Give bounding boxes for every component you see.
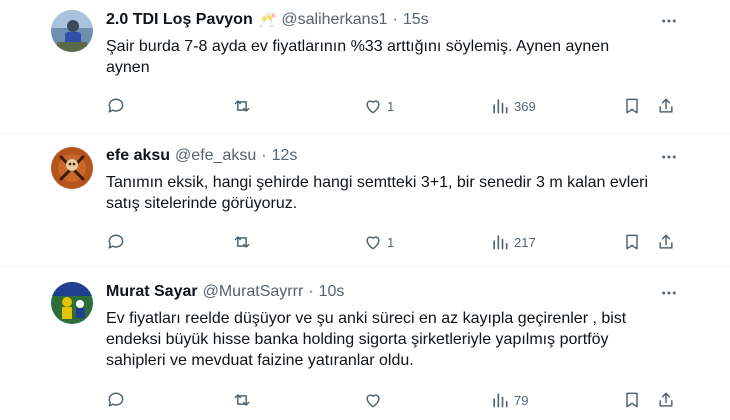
tweet-text-line: Ev fiyatları reelde düşüyor ve şu anki s… (106, 310, 627, 327)
emoji-badge: 🥂 (257, 12, 277, 29)
tweet-header: efe aksu @efe_aksu · 12s (106, 145, 297, 167)
display-name[interactable]: 2.0 TDI Loş Pavyon (106, 11, 253, 29)
avatar-image (51, 10, 93, 52)
retweet-icon (234, 236, 250, 248)
views-icon (493, 393, 508, 408)
more-icon[interactable] (658, 10, 680, 32)
timestamp[interactable]: 10s (319, 283, 345, 301)
reply-icon (108, 234, 124, 249)
retweet-icon (234, 100, 250, 112)
tweet[interactable]: 2.0 TDI Loş Pavyon 🥂 @saliherkans1 · 15s… (0, 0, 730, 134)
reply-button[interactable] (106, 94, 130, 118)
like-icon (366, 394, 380, 408)
tweet-text: Ev fiyatları reelde düşüyor ve şu anki s… (106, 308, 666, 371)
more-icon[interactable] (658, 282, 680, 304)
retweet-button[interactable] (232, 94, 256, 118)
tweet-text-line: sahipleri ve mevduat faizine yatıranlar … (106, 352, 414, 369)
share-button[interactable] (656, 94, 676, 118)
reply-button[interactable] (106, 230, 130, 254)
tweet-text: Şair burda 7-8 ayda ev fiyatlarının %33 … (106, 36, 666, 78)
retweet-button[interactable] (232, 230, 256, 254)
separator-dot: · (308, 283, 314, 300)
tweet-text-line: Tanımın eksik, hangi şehirde hangi semtt… (106, 174, 649, 191)
more-icon[interactable] (658, 146, 680, 168)
reply-icon (108, 98, 124, 113)
timestamp[interactable]: 12s (272, 147, 298, 165)
like-button[interactable]: 1 (363, 230, 394, 254)
like-count: 1 (387, 98, 395, 114)
display-name[interactable]: Murat Sayar (106, 283, 198, 301)
tweet[interactable]: Murat Sayar @MuratSayrrr · 10s Ev fiyatl… (0, 267, 730, 420)
action-bar: 79 (96, 388, 673, 412)
share-icon (659, 98, 673, 113)
share-icon (659, 392, 673, 407)
timestamp[interactable]: 15s (403, 11, 429, 29)
tweet[interactable]: efe aksu @efe_aksu · 12s Tanımın eksik, … (0, 134, 730, 267)
tweet-text: Tanımın eksik, hangi şehirde hangi semtt… (106, 172, 666, 214)
views-icon (493, 235, 508, 250)
tweet-header: 2.0 TDI Loş Pavyon 🥂 @saliherkans1 · 15s (106, 9, 429, 31)
views-count: 79 (514, 392, 529, 408)
views-count: 369 (514, 98, 536, 114)
views-button[interactable]: 217 (490, 230, 536, 254)
tweet-text-line: endeksi büyük hisse banka holding sigort… (106, 331, 609, 348)
retweet-icon (234, 394, 250, 406)
views-icon (493, 99, 508, 114)
share-icon (659, 234, 673, 249)
tweet-header: Murat Sayar @MuratSayrrr · 10s (106, 281, 344, 303)
bookmark-button[interactable] (622, 388, 642, 412)
views-button[interactable]: 369 (490, 94, 536, 118)
avatar[interactable] (51, 10, 93, 52)
like-icon (366, 236, 380, 250)
tweet-text-line: satış sitelerinde görüyoruz. (106, 195, 298, 212)
bookmark-button[interactable] (622, 230, 642, 254)
like-icon (366, 100, 380, 114)
avatar-image (51, 282, 93, 324)
display-name[interactable]: efe aksu (106, 147, 170, 165)
separator-dot: · (261, 147, 267, 164)
share-button[interactable] (656, 388, 676, 412)
user-handle[interactable]: @MuratSayrrr (203, 283, 304, 301)
retweet-button[interactable] (232, 388, 256, 412)
views-count: 217 (514, 234, 536, 250)
avatar[interactable] (51, 282, 93, 324)
bookmark-icon (626, 98, 638, 114)
user-handle[interactable]: @efe_aksu (175, 147, 256, 165)
views-button[interactable]: 79 (490, 388, 528, 412)
reply-icon (108, 392, 124, 407)
action-bar: 1 369 (96, 94, 673, 118)
user-handle[interactable]: @saliherkans1 (281, 11, 387, 29)
reply-button[interactable] (106, 388, 130, 412)
tweet-text-line: aynen (106, 59, 150, 76)
bookmark-icon (626, 234, 638, 250)
like-button[interactable] (363, 388, 387, 412)
like-count: 1 (387, 234, 395, 250)
avatar-image (51, 147, 93, 189)
avatar[interactable] (51, 147, 93, 189)
bookmark-button[interactable] (622, 94, 642, 118)
bookmark-icon (626, 392, 638, 408)
separator-dot: · (392, 11, 398, 28)
share-button[interactable] (656, 230, 676, 254)
like-button[interactable]: 1 (363, 94, 394, 118)
tweet-text-line: Şair burda 7-8 ayda ev fiyatlarının %33 … (106, 38, 610, 55)
action-bar: 1 217 (96, 230, 673, 254)
timeline-feed: 2.0 TDI Loş Pavyon 🥂 @saliherkans1 · 15s… (0, 0, 730, 420)
